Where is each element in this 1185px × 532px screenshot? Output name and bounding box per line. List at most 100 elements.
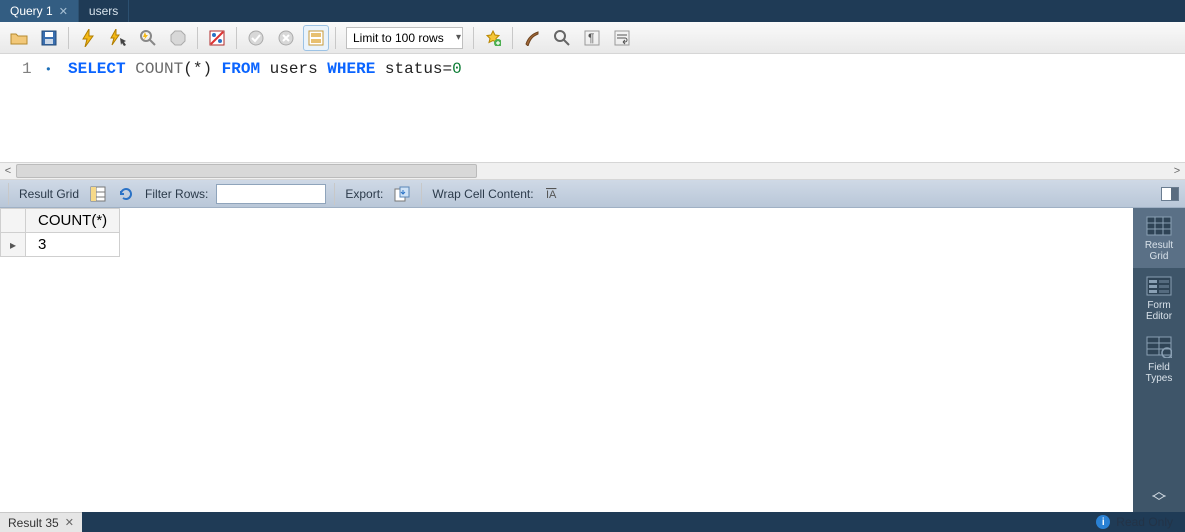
result-area: COUNT(*) ▸ 3 Result Grid Form Editor Fie… [0, 208, 1185, 512]
tab-query-1[interactable]: Query 1 ✕ [0, 0, 79, 22]
side-tab-field-types[interactable]: Field Types [1133, 328, 1185, 390]
sql-function: COUNT [135, 60, 183, 78]
save-icon [41, 30, 57, 46]
close-icon[interactable]: ✕ [65, 516, 74, 529]
toolbar-separator [512, 27, 513, 49]
sql-number: 0 [452, 60, 462, 78]
no-commit-icon [209, 30, 225, 46]
statement-marker-icon: • [38, 63, 52, 77]
svg-text:IA: IA [546, 189, 557, 201]
sql-keyword: FROM [222, 60, 260, 78]
find-button[interactable] [549, 25, 575, 51]
grid-icon [1146, 216, 1172, 236]
toolbar-separator [334, 183, 335, 205]
editor-gutter: 1 • [0, 54, 60, 162]
toggle-limit-button[interactable] [303, 25, 329, 51]
scroll-left-icon[interactable]: < [0, 165, 16, 177]
result-grid-label: Result Grid [19, 187, 79, 201]
tab-label: Query 1 [10, 4, 53, 18]
side-tab-label: Field Types [1146, 362, 1173, 384]
toggle-wrap-button[interactable] [609, 25, 635, 51]
execute-current-button[interactable] [105, 25, 131, 51]
export-icon [394, 186, 410, 202]
export-button[interactable] [391, 183, 413, 205]
column-header[interactable]: COUNT(*) [26, 209, 120, 233]
toolbar-separator [473, 27, 474, 49]
sql-token: = [443, 60, 453, 78]
panel-toggle-button[interactable] [1161, 187, 1179, 201]
row-indicator-icon: ▸ [1, 233, 26, 257]
status-area: i Read Only [1096, 515, 1185, 529]
grid-view-button[interactable] [87, 183, 109, 205]
editor-scrollbar[interactable]: < > [0, 162, 1185, 180]
svg-text:¶: ¶ [588, 31, 594, 45]
folder-icon [10, 31, 28, 45]
stop-button[interactable] [165, 25, 191, 51]
tab-label: users [89, 4, 118, 18]
close-icon[interactable]: ✕ [59, 5, 68, 18]
limit-icon [308, 30, 324, 46]
query-toolbar: Limit to 100 rows ¶ [0, 22, 1185, 54]
line-number: 1 [22, 60, 32, 78]
result-toolbar: Result Grid Filter Rows: Export: Wrap Ce… [0, 180, 1185, 208]
status-text: Read Only [1116, 515, 1173, 529]
side-tab-form-editor[interactable]: Form Editor [1133, 268, 1185, 328]
x-circle-icon [278, 30, 294, 46]
brush-icon [524, 30, 540, 46]
toggle-invisible-button[interactable]: ¶ [579, 25, 605, 51]
commit-button[interactable] [243, 25, 269, 51]
cell-value[interactable]: 3 [26, 233, 120, 257]
row-limit-select[interactable]: Limit to 100 rows [346, 27, 463, 49]
search-icon [554, 30, 570, 46]
field-types-icon [1146, 336, 1172, 358]
scroll-track[interactable] [16, 164, 1169, 178]
query-tabs: Query 1 ✕ users [0, 0, 1185, 22]
check-circle-icon [248, 30, 264, 46]
side-tab-result-grid[interactable]: Result Grid [1133, 208, 1185, 268]
editor-code[interactable]: SELECT COUNT(*) FROM users WHERE status=… [60, 54, 462, 162]
filter-rows-input[interactable] [216, 184, 326, 204]
stop-icon [170, 30, 186, 46]
table-row[interactable]: ▸ 3 [1, 233, 120, 257]
sql-keyword: WHERE [327, 60, 375, 78]
row-header-corner [1, 209, 26, 233]
explain-button[interactable] [135, 25, 161, 51]
beautify-button[interactable] [519, 25, 545, 51]
toggle-autocommit-button[interactable] [204, 25, 230, 51]
result-tab-label: Result 35 [8, 516, 59, 530]
refresh-icon [118, 186, 134, 202]
save-button[interactable] [36, 25, 62, 51]
toolbar-separator [8, 183, 9, 205]
sql-editor[interactable]: 1 • SELECT COUNT(*) FROM users WHERE sta… [0, 54, 1185, 162]
favorite-button[interactable] [480, 25, 506, 51]
scroll-thumb[interactable] [16, 164, 477, 178]
wrap-text-icon: IA [545, 186, 561, 202]
open-file-button[interactable] [6, 25, 32, 51]
result-grid[interactable]: COUNT(*) ▸ 3 [0, 208, 1133, 512]
refresh-button[interactable] [115, 183, 137, 205]
wrap-icon [614, 30, 630, 46]
bottom-bar: Result 35 ✕ i Read Only [0, 512, 1185, 532]
toolbar-separator [197, 27, 198, 49]
tab-users[interactable]: users [79, 0, 129, 22]
chevron-down-icon[interactable]: ﹀ [1152, 497, 1166, 508]
rollback-button[interactable] [273, 25, 299, 51]
filter-rows-label: Filter Rows: [145, 187, 208, 201]
sql-identifier: users [270, 60, 318, 78]
toolbar-separator [68, 27, 69, 49]
result-tab[interactable]: Result 35 ✕ [0, 512, 82, 532]
export-label: Export: [345, 187, 383, 201]
side-tab-nav[interactable]: ︿ ﹀ [1152, 480, 1166, 512]
execute-button[interactable] [75, 25, 101, 51]
pilcrow-icon: ¶ [584, 30, 600, 46]
side-tab-label: Result Grid [1145, 240, 1173, 262]
toolbar-separator [236, 27, 237, 49]
sql-token: (*) [183, 60, 212, 78]
side-tab-label: Form Editor [1146, 300, 1172, 322]
lightning-icon [81, 29, 95, 47]
wrap-cell-button[interactable]: IA [542, 183, 564, 205]
scroll-right-icon[interactable]: > [1169, 165, 1185, 177]
result-side-tabs: Result Grid Form Editor Field Types ︿ ﹀ [1133, 208, 1185, 512]
lightning-cursor-icon [109, 29, 127, 47]
toolbar-separator [421, 183, 422, 205]
